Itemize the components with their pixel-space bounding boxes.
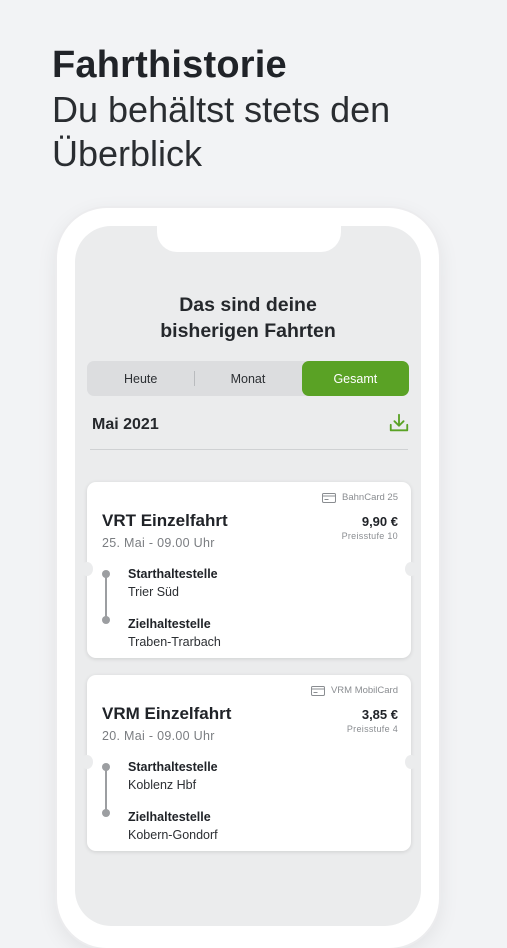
headline-subtitle-line2: Überblick [52, 133, 203, 174]
start-stop-value: Trier Süd [128, 585, 179, 599]
screen-title-line1: Das sind deine [179, 294, 317, 316]
phone-notch [157, 226, 341, 252]
marketing-headline: Fahrthistorie Du behältst stets den Über… [52, 42, 492, 176]
end-stop-label: Zielhaltestelle [128, 617, 211, 631]
screen-title: Das sind deine bisherigen Fahrten [75, 292, 421, 344]
card-notch-left [81, 562, 93, 576]
screen-title-line2: bisherigen Fahrten [160, 320, 336, 342]
headline-subtitle-line1: Du behältst stets den [52, 89, 391, 130]
ticket-tag-label: BahnCard 25 [342, 492, 398, 503]
ride-price: 9,90 € [361, 514, 398, 529]
ride-date: 25. Mai - 09.00 Uhr [102, 536, 215, 550]
headline-title: Fahrthistorie [52, 44, 287, 86]
tab-gesamt[interactable]: Gesamt [301, 361, 409, 396]
ticket-tag: BahnCard 25 [322, 492, 398, 503]
ride-price: 3,85 € [361, 707, 398, 722]
start-stop-label: Starthaltestelle [128, 567, 218, 581]
ride-name: VRM Einzelfahrt [102, 704, 232, 723]
card-notch-right [405, 755, 417, 769]
month-divider [90, 449, 408, 450]
route-end-dot [102, 616, 110, 624]
ride-price-level: Preisstufe 4 [346, 724, 398, 734]
ride-price-level: Preisstufe 10 [341, 531, 398, 541]
ride-name: VRT Einzelfahrt [102, 511, 228, 530]
download-icon[interactable] [388, 412, 410, 434]
ride-date: 20. Mai - 09.00 Uhr [102, 729, 215, 743]
card-notch-left [81, 755, 93, 769]
ride-card[interactable]: VRM MobilCard VRM Einzelfahrt 20. Mai - … [81, 675, 417, 851]
period-segmented-control: Heute Monat Gesamt [87, 361, 409, 396]
card-icon [310, 685, 325, 696]
ride-card[interactable]: BahnCard 25 VRT Einzelfahrt 25. Mai - 09… [81, 482, 417, 658]
month-header: Mai 2021 [92, 413, 410, 438]
ticket-tag-label: VRM MobilCard [330, 685, 398, 696]
month-label: Mai 2021 [92, 416, 159, 433]
route-line [105, 574, 107, 620]
end-stop-label: Zielhaltestelle [128, 810, 211, 824]
start-stop-label: Starthaltestelle [128, 760, 218, 774]
card-notch-right [405, 562, 417, 576]
route-end-dot [102, 809, 110, 817]
phone-screen: Das sind deine bisherigen Fahrten Heute … [75, 226, 421, 926]
tab-monat[interactable]: Monat [194, 361, 301, 396]
route-line [105, 767, 107, 813]
end-stop-value: Traben-Trarbach [128, 635, 221, 649]
ticket-tag: VRM MobilCard [310, 685, 398, 696]
end-stop-value: Kobern-Gondorf [128, 828, 218, 842]
start-stop-value: Koblenz Hbf [128, 778, 197, 792]
card-icon [322, 492, 337, 503]
tab-heute[interactable]: Heute [87, 361, 194, 396]
